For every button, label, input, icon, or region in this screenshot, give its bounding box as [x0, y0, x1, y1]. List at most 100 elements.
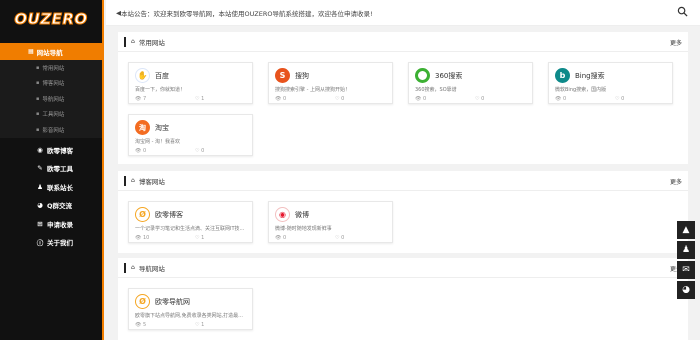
sidebar-subitem-tools[interactable]: ▪ 工具网站 [0, 106, 102, 122]
sidebar: OUZERO ▦ 网站导航 ▪ 常用网站 ▪ 博客网站 ▪ 导航网站 ▪ 工具网站 ▪ 影… [0, 0, 104, 340]
section-title: 常用网站 [138, 38, 165, 47]
views: 👁 0 [275, 96, 287, 102]
card-name: Bing搜索 [575, 72, 605, 80]
home-icon: ⌂ [131, 177, 135, 184]
eye-icon: 👁 [135, 235, 143, 241]
sidebar-subitem-label: 工具网站 [42, 112, 65, 119]
card-desc: 淘宝网 - 淘！我喜欢 [135, 139, 180, 145]
site-card[interactable]: Ø 欧零博客 一个记录学习笔记和生活点滴、关注互联网IT技... 👁 10 ♡ … [128, 201, 253, 243]
views: 👁 0 [135, 148, 147, 154]
eye-icon: 👁 [275, 96, 283, 102]
card-desc: 搜狗搜索引擎 - 上网从搜狗开始！ [275, 87, 350, 93]
home-icon: ⌂ [131, 38, 135, 45]
section-header: ⌂ 博客网站 更多 [118, 171, 688, 191]
section-blog: ⌂ 博客网站 更多 Ø 欧零博客 一个记录学习笔记和生活点滴、关注互联网IT技.… [118, 171, 688, 253]
site-logo[interactable]: OUZERO [0, 0, 102, 38]
ouzero-logo-icon: Ø [135, 207, 150, 222]
card-name: 百度 [155, 72, 169, 80]
envelope-icon: ✉ [682, 265, 690, 275]
card-desc: 微博-随时随地发现新鲜事 [275, 226, 332, 232]
home-icon: ⌂ [131, 264, 135, 271]
site-card[interactable]: ✋ 百度 百度一下，你就知道！ 👁 7 ♡ 1 [128, 62, 253, 104]
section-title: 导航网站 [138, 264, 165, 273]
chevron-up-icon: ▲ [682, 225, 690, 235]
section-nav: ⌂ 导航网站 更多 Ø 欧零导航网 欧零旗下站点导航网,免费收录各类网站,打造最… [118, 258, 688, 340]
views: 👁 0 [275, 235, 287, 241]
qq-icon: ♟ [37, 182, 43, 191]
section-header: ⌂ 导航网站 更多 [118, 258, 688, 278]
bing-logo-icon: b [555, 68, 570, 83]
so360-logo-icon [415, 68, 430, 83]
card-desc: 微软Bing搜索，国内版 [555, 87, 607, 93]
site-card[interactable]: ◉ 微博 微博-随时随地发现新鲜事 👁 0 ♡ 0 [268, 201, 393, 243]
sidebar-item-submit[interactable]: ⊞ 申请收录 [0, 215, 102, 234]
wechat-button[interactable]: ◕ [677, 281, 695, 299]
site-card[interactable]: Ø 欧零导航网 欧零旗下站点导航网,免费收录各类网站,打造最... 👁 5 ♡ … [128, 288, 253, 330]
more-link[interactable]: 更多 [670, 38, 682, 47]
section-common: ⌂ 常用网站 更多 ✋ 百度 百度一下，你就知道！ 👁 7 ♡ 1 S 搜狗 搜… [118, 32, 688, 164]
card-desc: 一个记录学习笔记和生活点滴、关注互联网IT技... [135, 226, 245, 232]
sidebar-subitem-common[interactable]: ▪ 常用网站 [0, 60, 102, 76]
sidebar-item-about[interactable]: ⓘ 关于我们 [0, 233, 102, 252]
wrench-icon: ✎ [37, 164, 43, 173]
sidebar-item-label: 联系站长 [47, 183, 73, 192]
likes[interactable]: ♡ 1 [195, 235, 204, 241]
sogou-logo-icon: S [275, 68, 290, 83]
card-desc: 360搜索，SO靠谱 [415, 87, 457, 93]
wechat-icon: ◕ [682, 285, 690, 295]
back-to-top-button[interactable]: ▲ [677, 221, 695, 239]
sidebar-item-label: 关于我们 [47, 239, 73, 248]
sidebar-item-blog[interactable]: ◉ 欧零博客 [0, 141, 102, 160]
sidebar-subitem-blog[interactable]: ▪ 博客网站 [0, 75, 102, 91]
section-bar [124, 175, 126, 186]
ouzero-nav-logo-icon: Ø [135, 294, 150, 309]
top-bar: ◀ 本站公告：欢迎来到欧零导航网，本站使用OUZERO导航系统搭建，欢迎各位申请… [106, 0, 700, 26]
likes[interactable]: ♡ 1 [195, 322, 204, 328]
likes[interactable]: ♡ 0 [195, 148, 204, 154]
email-button[interactable]: ✉ [677, 261, 695, 279]
logo-text: OUZERO [14, 10, 88, 29]
likes[interactable]: ♡ 0 [335, 96, 344, 102]
card-name: 360搜索 [435, 72, 463, 80]
card-name: 淘宝 [155, 124, 169, 132]
eye-icon: 👁 [415, 96, 423, 102]
sidebar-item-contact[interactable]: ♟ 联系站长 [0, 178, 102, 197]
chat-icon: ◕ [37, 201, 43, 210]
views: 👁 5 [135, 322, 147, 328]
sidebar-item-label: Q群交流 [47, 202, 73, 211]
sidebar-item-qgroup[interactable]: ◕ Q群交流 [0, 196, 102, 215]
sidebar-item-label: 欧零博客 [47, 146, 73, 155]
sidebar-item-label: 申请收录 [47, 220, 73, 229]
sidebar-item-label: 欧零工具 [47, 165, 73, 174]
likes[interactable]: ♡ 1 [195, 96, 204, 102]
sidebar-subitem-label: 导航网站 [42, 96, 65, 103]
weibo-logo-icon: ◉ [275, 207, 290, 222]
eye-icon: 👁 [135, 148, 143, 154]
card-name: 欧零博客 [155, 211, 183, 219]
site-card[interactable]: S 搜狗 搜狗搜索引擎 - 上网从搜狗开始！ 👁 0 ♡ 0 [268, 62, 393, 104]
site-card[interactable]: b Bing搜索 微软Bing搜索，国内版 👁 0 ♡ 0 [548, 62, 673, 104]
card-name: 搜狗 [295, 72, 309, 80]
card-desc: 百度一下，你就知道！ [135, 87, 186, 93]
qq-button[interactable]: ♟ [677, 241, 695, 259]
views: 👁 0 [415, 96, 427, 102]
section-title: 博客网站 [138, 177, 165, 186]
more-link[interactable]: 更多 [670, 177, 682, 186]
views: 👁 10 [135, 235, 150, 241]
tag-icon: ▪ [36, 126, 40, 133]
site-card[interactable]: 360搜索 360搜索，SO靠谱 👁 0 ♡ 0 [408, 62, 533, 104]
search-icon[interactable] [677, 6, 688, 17]
site-card[interactable]: 淘 淘宝 淘宝网 - 淘！我喜欢 👁 0 ♡ 0 [128, 114, 253, 156]
sidebar-item-tools[interactable]: ✎ 欧零工具 [0, 159, 102, 178]
plus-square-icon: ⊞ [37, 219, 43, 228]
tag-icon: ▪ [36, 80, 40, 87]
likes[interactable]: ♡ 0 [475, 96, 484, 102]
main-content: ⌂ 常用网站 更多 ✋ 百度 百度一下，你就知道！ 👁 7 ♡ 1 S 搜狗 搜… [106, 26, 700, 340]
sidebar-item-site-nav[interactable]: ▦ 网站导航 [0, 43, 102, 60]
sidebar-subitem-label: 影音网站 [42, 127, 65, 134]
tag-icon: ▪ [36, 111, 40, 118]
likes[interactable]: ♡ 0 [615, 96, 624, 102]
sidebar-subitem-nav[interactable]: ▪ 导航网站 [0, 91, 102, 107]
sidebar-subitem-media[interactable]: ▪ 影音网站 [0, 122, 102, 138]
likes[interactable]: ♡ 0 [335, 235, 344, 241]
